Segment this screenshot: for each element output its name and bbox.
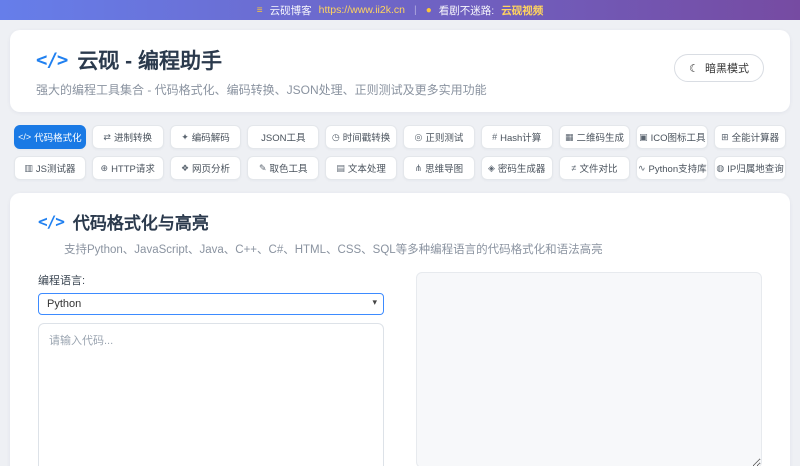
section-subtitle: 支持Python、JavaScript、Java、C++、C#、HTML、CSS… [64, 244, 603, 256]
language-label: 编程语言: [38, 275, 86, 287]
tool-regex-test[interactable]: ◎ 正则测试 [403, 125, 475, 149]
code-brackets-icon: </> [36, 49, 68, 71]
tool-calculator[interactable]: ⊞ 全能计算器 [714, 125, 786, 149]
blog-list-icon: ≡ [256, 4, 263, 16]
code-input[interactable] [38, 323, 384, 466]
tool-encode-decode[interactable]: ✦ 编码解码 [169, 125, 242, 149]
tool-password-generator[interactable]: ◈ 密码生成器 [480, 156, 553, 180]
web-analyze-icon: ❖ [180, 162, 190, 173]
tool-label: 网页分析 [192, 164, 231, 175]
page-title: 云砚 - 编程助手 [77, 50, 222, 73]
tool-json-tools[interactable]: JSON工具 [247, 125, 320, 149]
tool-js-tester[interactable]: ▥ JS测试器 [14, 156, 86, 180]
blog-label: 云砚博客 [269, 4, 312, 17]
tool-base-convert[interactable]: ⇄ 进制转换 [91, 125, 164, 149]
tool-python-libs[interactable]: ∿ Python支持库 [636, 156, 709, 180]
http-request-icon: ⊕ [100, 162, 109, 173]
tool-label: 二维码生成 [576, 133, 624, 144]
tool-file-diff[interactable]: ≠ 文件对比 [558, 156, 631, 180]
ip-lookup-icon: ◍ [716, 162, 725, 173]
title-row: </> 云砚 - 编程助手 [36, 45, 764, 75]
language-select[interactable]: Python [38, 293, 384, 315]
password-generator-icon: ◈ [487, 162, 495, 173]
page-subtitle: 强大的编程工具集合 - 代码格式化、编码转换、JSON处理、正则测试及更多实用功… [36, 83, 487, 97]
qrcode-generate-icon: ▦ [564, 131, 574, 142]
hash-calc-icon: # [492, 132, 498, 142]
code-brackets-icon: </> [38, 212, 65, 231]
text-process-icon: ▤ [336, 162, 345, 173]
js-tester-icon: ▥ [24, 162, 33, 173]
format-output[interactable] [416, 272, 762, 466]
regex-test-icon: ◎ [414, 131, 423, 142]
output-column [416, 272, 762, 466]
promo-label: 看剧不迷路: [438, 4, 495, 17]
tool-ip-lookup[interactable]: ◍ IP归属地查询 [714, 156, 786, 180]
tool-ico-tools[interactable]: ▣ ICO图标工具 [636, 125, 709, 149]
code-format-icon: </> [18, 132, 32, 142]
tool-label: 进制转换 [113, 133, 152, 144]
tool-color-picker[interactable]: ✎ 取色工具 [247, 156, 320, 180]
tool-hash-calc[interactable]: # Hash计算 [480, 125, 553, 149]
tool-label: JS测试器 [35, 164, 76, 175]
tool-label: 文本处理 [347, 164, 386, 175]
color-picker-icon: ✎ [259, 162, 267, 173]
header-card: </> 云砚 - 编程助手 强大的编程工具集合 - 代码格式化、编码转换、JSO… [10, 30, 790, 112]
base-convert-icon: ⇄ [103, 131, 111, 142]
tool-web-analyze[interactable]: ❖ 网页分析 [169, 156, 242, 180]
main-panel: </> 代码格式化与高亮 支持Python、JavaScript、Java、C+… [10, 193, 790, 466]
tool-label: Hash计算 [500, 133, 542, 144]
topbar-divider: | [414, 4, 417, 16]
tool-label: 文件对比 [579, 164, 618, 175]
tool-label: 全能计算器 [731, 133, 780, 144]
tool-mindmap[interactable]: ⋔ 思维导图 [403, 156, 475, 180]
tool-label: 编码解码 [191, 133, 230, 144]
mindmap-icon: ⋔ [414, 162, 423, 173]
language-select-wrap: Python ▾ [38, 293, 384, 315]
tool-label: 思维导图 [425, 164, 464, 175]
tool-label: HTTP请求 [111, 164, 155, 175]
tool-label: 密码生成器 [497, 164, 546, 175]
video-site-link[interactable]: 云砚视频 [501, 3, 543, 18]
tool-qrcode-generate[interactable]: ▦ 二维码生成 [558, 125, 631, 149]
topbar: ≡ 云砚博客 https://www.ii2k.cn | ● 看剧不迷路: 云砚… [0, 0, 800, 20]
tool-code-format[interactable]: </> 代码格式化 [14, 125, 86, 149]
tool-label: 取色工具 [269, 164, 308, 175]
bell-icon: ● [425, 4, 432, 16]
file-diff-icon: ≠ [571, 163, 577, 173]
dark-mode-button[interactable]: ☾ 暗黑模式 [674, 54, 764, 82]
tool-grid: </> 代码格式化 ⇄ 进制转换 ✦ 编码解码 JSON工具 ◷ 时间戳转换 ◎ 正则测试 # Hash… [14, 125, 786, 180]
tool-text-process[interactable]: ▤ 文本处理 [325, 156, 397, 180]
timestamp-convert-icon: ◷ [331, 131, 340, 142]
tool-label: 正则测试 [425, 133, 464, 144]
python-libs-icon: ∿ [637, 162, 646, 173]
tool-label: 时间戳转换 [342, 133, 391, 144]
tool-label: JSON工具 [261, 133, 306, 144]
tool-http-request[interactable]: ⊕ HTTP请求 [91, 156, 164, 180]
section-title: 代码格式化与高亮 [72, 214, 209, 233]
tool-label: 代码格式化 [34, 133, 82, 144]
calculator-icon: ⊞ [721, 131, 729, 142]
tool-label: ICO图标工具 [650, 133, 706, 144]
section-header: </> 代码格式化与高亮 [38, 209, 762, 234]
blog-url-link[interactable]: https://www.ii2k.cn [319, 4, 405, 16]
encode-decode-icon: ✦ [181, 131, 189, 142]
tool-label: Python支持库 [648, 164, 707, 175]
tool-label: IP归属地查询 [727, 164, 784, 175]
moon-icon: ☾ [689, 62, 699, 75]
editor-row: 编程语言: Python ▾ [38, 272, 762, 466]
input-column: 编程语言: Python ▾ [38, 272, 384, 466]
tool-timestamp-convert[interactable]: ◷ 时间戳转换 [325, 125, 397, 149]
dark-mode-label: 暗黑模式 [705, 63, 749, 75]
ico-tools-icon: ▣ [639, 131, 648, 142]
